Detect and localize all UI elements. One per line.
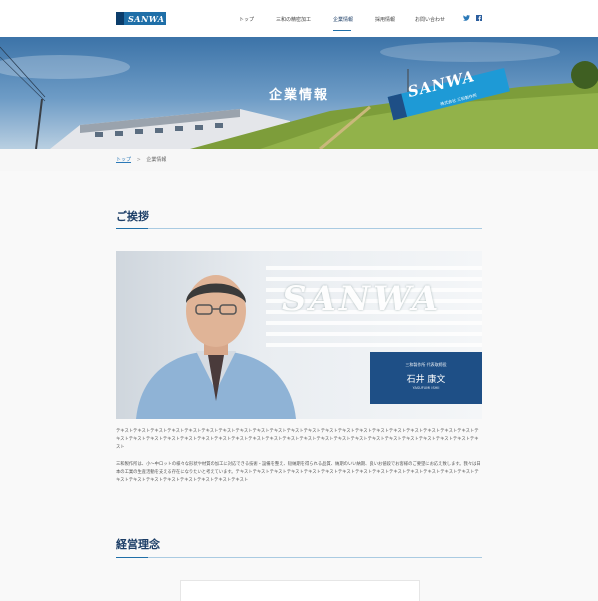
greeting-heading: ご挨拶	[116, 210, 149, 223]
underline-accent	[116, 557, 148, 558]
philosophy-card	[180, 580, 420, 601]
breadcrumb-home[interactable]: トップ	[116, 157, 131, 163]
nav-contact[interactable]: お問い合わせ	[415, 16, 445, 23]
page-title: 企業情報	[268, 88, 329, 103]
greeting-paragraph-1: テキストテキストテキストテキストテキストテキストテキストテキストテキストテキスト…	[116, 429, 479, 450]
underline-accent	[116, 228, 148, 229]
philosophy-heading: 経営理念	[116, 538, 160, 551]
logo-text: SANWA	[128, 13, 165, 24]
greeting-paragraph-2: 三和製作所は、小～中ロットの様々な形状や材質の加工に対応できる技術・設備を整え、…	[116, 462, 481, 483]
twitter-icon[interactable]	[463, 15, 470, 23]
nav-company[interactable]: 企業情報	[333, 16, 353, 23]
philosophy-heading-underline	[116, 557, 482, 558]
president-name: 石井 康文	[406, 375, 446, 385]
facebook-icon[interactable]	[476, 15, 482, 23]
nav-precision[interactable]: 三和の精密加工	[276, 16, 311, 23]
logo-mark	[116, 12, 124, 25]
president-name-en: YASUFUMI ISHII	[412, 386, 440, 390]
nav-top[interactable]: トップ	[239, 16, 254, 23]
president-role: 三和製作所 代表取締役	[405, 362, 447, 367]
nav-recruit[interactable]: 採用情報	[375, 16, 395, 23]
photo-sign-text: SANWA	[282, 279, 442, 319]
hero-banner: SANWA 株式会社 三和製作所 企業情報	[0, 37, 598, 149]
breadcrumb: トップ > 企業情報	[116, 156, 166, 163]
site-header: SANWA トップ 三和の精密加工 企業情報 採用情報 お問い合わせ	[0, 0, 598, 37]
greeting-heading-underline	[116, 228, 482, 229]
president-nameplate: 三和製作所 代表取締役 石井 康文 YASUFUMI ISHII	[370, 352, 482, 404]
breadcrumb-current: 企業情報	[146, 157, 167, 163]
sanwa-logo[interactable]: SANWA	[116, 12, 166, 25]
nav-active-indicator	[333, 30, 351, 31]
breadcrumb-separator: >	[136, 157, 141, 163]
